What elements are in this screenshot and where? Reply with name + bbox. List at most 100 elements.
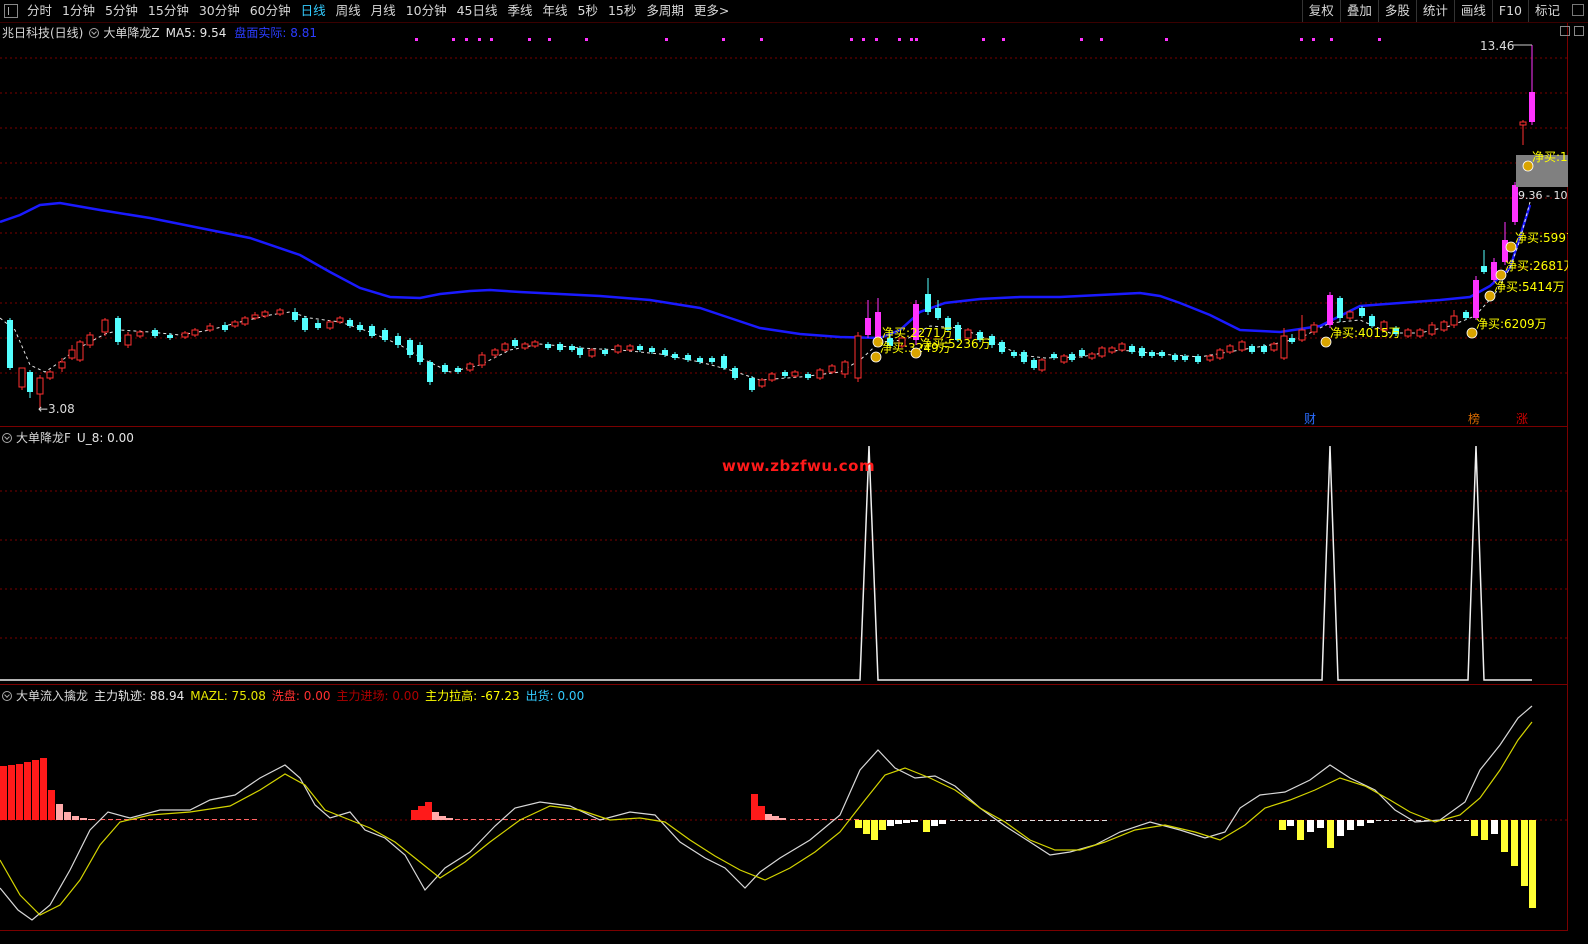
candle-body <box>1280 335 1288 359</box>
washout-bar <box>790 819 795 820</box>
net-buy-label: 净买:1 <box>1532 150 1568 164</box>
candle-body <box>478 354 486 366</box>
candle-body <box>1310 324 1318 333</box>
washout-bar <box>471 819 476 820</box>
candle-body <box>1450 315 1458 326</box>
candle-body <box>521 343 529 349</box>
washout-bar <box>463 819 468 820</box>
rally-bar <box>871 820 878 840</box>
candle-body <box>1206 355 1214 361</box>
candle-body <box>395 336 401 345</box>
net-buy-label: 净买:6209万 <box>1476 317 1547 331</box>
washout-bar <box>116 819 121 820</box>
event-marker: 财 <box>1304 412 1316 426</box>
signal-dot <box>915 38 918 41</box>
candle-body <box>1369 316 1375 326</box>
candle-body <box>1327 295 1333 325</box>
indicator-name[interactable]: 大单降龙F <box>16 429 71 446</box>
indicator-name[interactable]: 大单流入擒龙 <box>16 687 88 704</box>
washout-bar <box>559 819 564 820</box>
washout-bar <box>236 819 241 820</box>
rally-bar <box>931 820 938 826</box>
net-buy-label: 净买:5236万 <box>920 337 991 351</box>
candle-body <box>749 378 755 390</box>
washout-bar <box>16 764 23 820</box>
candle-body <box>222 325 228 330</box>
washout-bar <box>40 758 47 820</box>
candle-body <box>1261 346 1267 352</box>
window-corner-icon[interactable] <box>1572 4 1584 16</box>
rally-bar <box>879 820 886 830</box>
candle-body <box>531 341 539 347</box>
rally-bar <box>939 820 946 824</box>
washout-bar <box>772 816 779 820</box>
washout-bar <box>72 816 79 820</box>
rally-bar <box>1400 820 1405 821</box>
signal-dot <box>1165 38 1168 41</box>
rally-bar <box>1307 820 1314 832</box>
candle-body <box>828 365 836 373</box>
rally-bar <box>982 820 987 821</box>
candle-body <box>58 361 66 369</box>
washout-bar <box>80 818 87 820</box>
signal-dot <box>1312 38 1315 41</box>
candle-body <box>637 346 643 350</box>
rally-bar <box>1094 820 1099 821</box>
washout-bar <box>591 819 596 820</box>
indicator-name[interactable]: 大单降龙Z <box>103 24 159 41</box>
indicator-toggle-icon[interactable] <box>2 432 12 443</box>
ma-line <box>0 201 1532 340</box>
rally-bar <box>895 820 902 824</box>
candle-body <box>261 311 269 317</box>
washout-bar <box>188 819 193 820</box>
net-buy-label: 净买:5997 <box>1515 231 1568 245</box>
signal-dot <box>1378 38 1381 41</box>
washout-bar <box>822 819 827 820</box>
maximize-icon[interactable] <box>1574 26 1584 36</box>
candle-body <box>1118 343 1126 351</box>
rally-bar <box>1529 820 1536 908</box>
signal-dot <box>982 38 985 41</box>
candle-body <box>1440 321 1448 331</box>
candle-body <box>854 335 862 379</box>
candle-body <box>1428 324 1436 335</box>
washout-bar <box>567 819 572 820</box>
ma5-line <box>0 201 1531 381</box>
candle-body <box>369 326 375 336</box>
signal-dot <box>1100 38 1103 41</box>
rally-bar <box>1287 820 1294 826</box>
rally-bar <box>855 820 862 828</box>
main-force-track-line <box>0 705 1533 921</box>
indicator-toggle-icon[interactable] <box>89 27 100 38</box>
washout-bar <box>411 810 418 820</box>
candle-body <box>466 363 474 371</box>
candle-body <box>1346 311 1354 319</box>
ma5-value: MA5: 9.54 <box>165 25 227 40</box>
washout-bar <box>196 819 201 820</box>
rally-bar <box>990 820 995 821</box>
rally-bar <box>1102 820 1107 821</box>
signal-dot <box>478 38 481 41</box>
stock-name: 兆日科技(日线) <box>2 26 84 40</box>
washout-bar <box>108 819 113 820</box>
event-marker: 榜 <box>1468 411 1480 426</box>
rally-bar <box>887 820 894 826</box>
candle-body <box>1195 356 1201 362</box>
rally-bar <box>1456 820 1461 821</box>
indicator-toggle-icon[interactable] <box>2 690 12 701</box>
candle-body <box>865 318 871 335</box>
candle-body <box>167 335 173 338</box>
candle-body <box>697 358 703 362</box>
rally-bar <box>1448 820 1453 821</box>
candle-body <box>1108 347 1116 353</box>
candle-body <box>136 331 144 337</box>
rally-bar <box>1317 820 1324 828</box>
washout-bar <box>8 765 15 820</box>
candle-body <box>101 319 109 333</box>
rally-bar <box>911 820 918 822</box>
washout-bar <box>779 818 786 820</box>
signal-dot <box>862 38 865 41</box>
candle-body <box>1463 312 1469 318</box>
washout-bar <box>583 819 588 820</box>
candle-body <box>455 368 461 372</box>
